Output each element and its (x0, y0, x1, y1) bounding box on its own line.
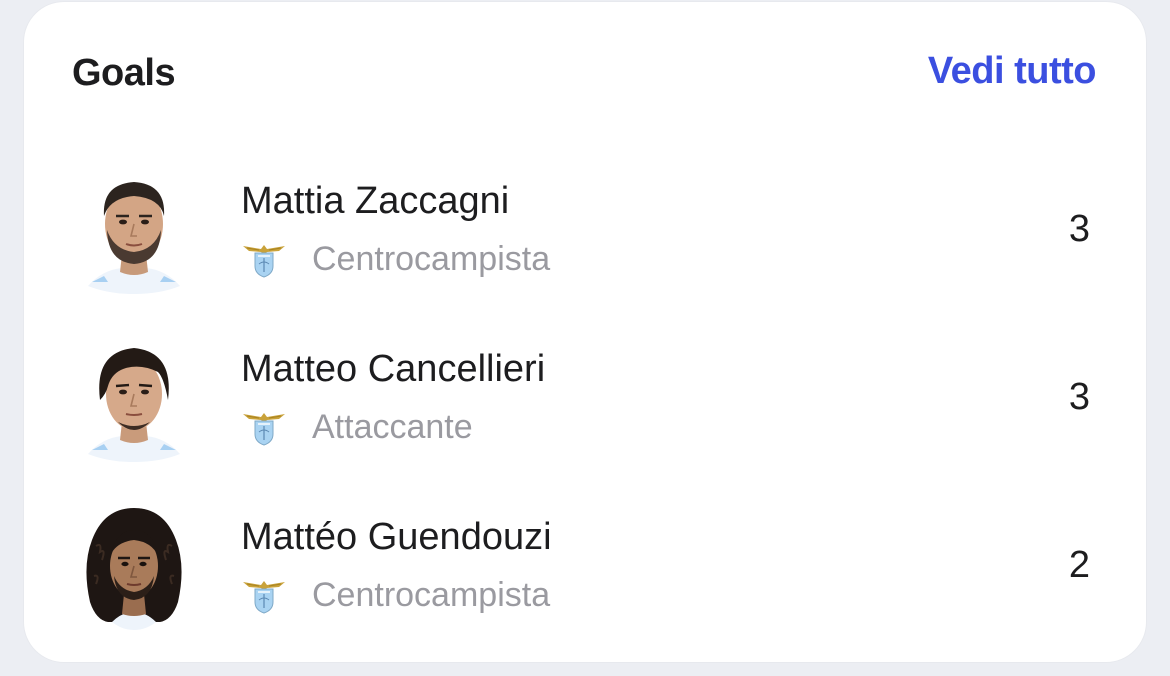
card-title: Goals (72, 52, 176, 94)
lazio-crest-icon (241, 576, 287, 614)
goals-count: 3 (1068, 208, 1090, 250)
player-name: Mattéo Guendouzi (241, 516, 552, 558)
player-position: Centrocampista (312, 240, 551, 278)
lazio-crest-icon (241, 240, 287, 278)
player-row[interactable]: Mattéo Guendouzi Centrocampista 2 (24, 506, 1146, 666)
goals-count: 3 (1068, 376, 1090, 418)
goals-card: Goals Vedi tutto Mattia Zaccagni Centroc… (24, 2, 1146, 662)
player-name: Matteo Cancellieri (241, 348, 546, 390)
player-avatar (82, 506, 186, 630)
player-row[interactable]: Matteo Cancellieri Attaccante 3 (24, 338, 1146, 498)
goals-count: 2 (1068, 544, 1090, 586)
player-position: Attaccante (312, 408, 473, 446)
lazio-crest-icon (241, 408, 287, 446)
player-name: Mattia Zaccagni (241, 180, 510, 222)
player-position: Centrocampista (312, 576, 551, 614)
player-avatar (82, 338, 186, 462)
player-avatar (82, 170, 186, 294)
player-row[interactable]: Mattia Zaccagni Centrocampista 3 (24, 170, 1146, 330)
see-all-link[interactable]: Vedi tutto (928, 50, 1097, 93)
